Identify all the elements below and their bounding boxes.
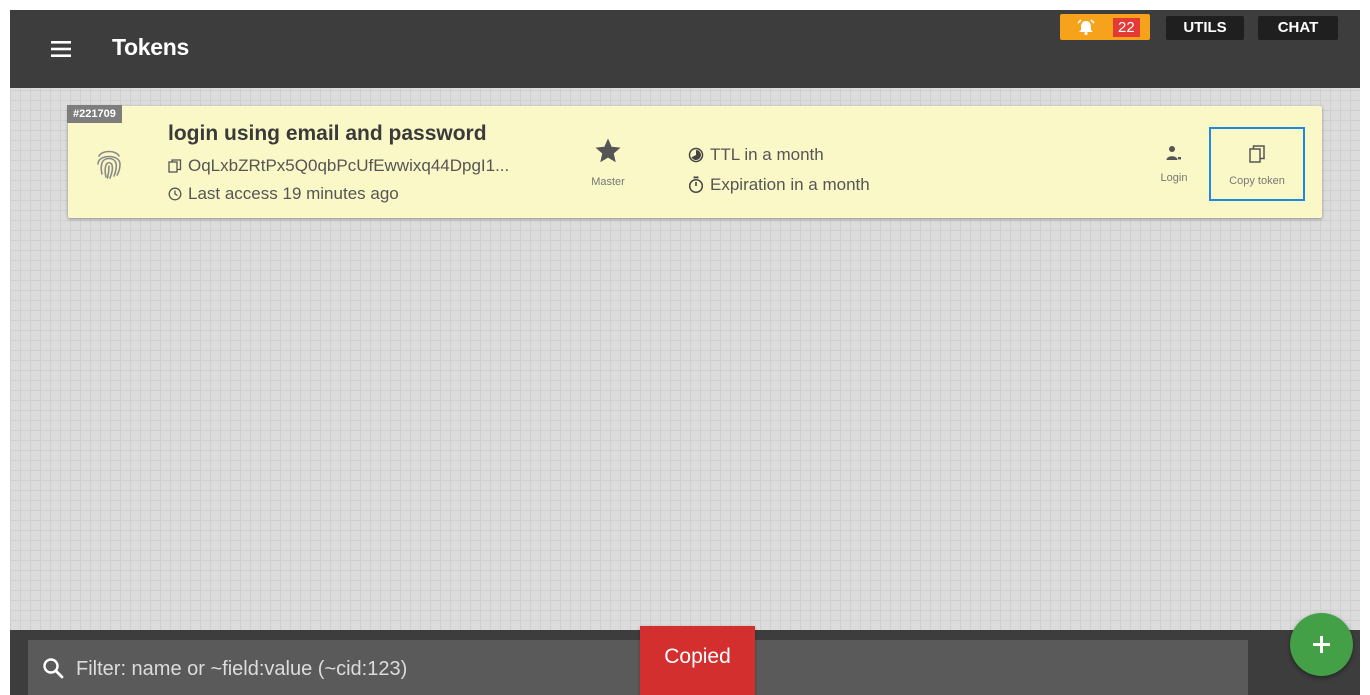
timer-icon <box>688 176 704 194</box>
ttl-text: TTL in a month <box>710 145 824 164</box>
alarm-bell-icon <box>1077 19 1095 36</box>
copy-token-button[interactable]: Copy token <box>1209 127 1305 201</box>
expiration-line: Expiration in a month <box>688 170 870 200</box>
master-label: Master <box>591 176 625 188</box>
ttl-info: TTL in a month Expiration in a month <box>688 140 870 200</box>
copied-toast: Copied <box>640 626 755 695</box>
alarm-count: 22 <box>1113 18 1140 37</box>
top-app-bar: Tokens 22 UTILS CHAT <box>10 10 1360 88</box>
hamburger-menu-icon[interactable] <box>48 38 74 60</box>
utils-button[interactable]: UTILS <box>1166 16 1244 40</box>
filter-box[interactable] <box>28 640 1248 695</box>
person-login-icon <box>1166 146 1181 160</box>
fingerprint-icon <box>97 150 121 179</box>
token-value-row[interactable]: OqLxbZRtPx5Q0qbPcUfEwwixq44DpgI1... <box>168 156 509 176</box>
page-title: Tokens <box>112 34 190 60</box>
copy-icon[interactable] <box>168 159 182 173</box>
login-label: Login <box>1160 172 1188 184</box>
clock-icon <box>168 187 182 201</box>
master-indicator: Master <box>578 136 638 188</box>
ttl-line: TTL in a month <box>688 140 870 170</box>
timelapse-icon <box>688 147 704 163</box>
chat-button[interactable]: CHAT <box>1258 16 1338 40</box>
last-access-row: Last access 19 minutes ago <box>168 184 399 204</box>
token-card[interactable]: #221709 login using email and password O… <box>67 105 1322 218</box>
copy-icon <box>1249 145 1265 163</box>
alarm-badge[interactable]: 22 <box>1060 14 1150 40</box>
search-icon <box>43 658 64 679</box>
token-title: login using email and password <box>168 122 487 145</box>
token-id-tag: #221709 <box>67 105 122 123</box>
copy-token-label: Copy token <box>1229 175 1285 187</box>
plus-icon <box>1313 636 1330 653</box>
last-access-text: Last access 19 minutes ago <box>188 184 399 203</box>
login-button[interactable]: Login <box>1154 144 1194 184</box>
filter-input[interactable] <box>74 648 638 690</box>
add-token-fab[interactable] <box>1290 613 1353 676</box>
app-frame: Tokens 22 UTILS CHAT #221709 login using… <box>10 10 1360 695</box>
expiration-text: Expiration in a month <box>710 175 870 194</box>
token-value[interactable]: OqLxbZRtPx5Q0qbPcUfEwwixq44DpgI1... <box>188 156 509 176</box>
star-icon <box>595 138 621 163</box>
